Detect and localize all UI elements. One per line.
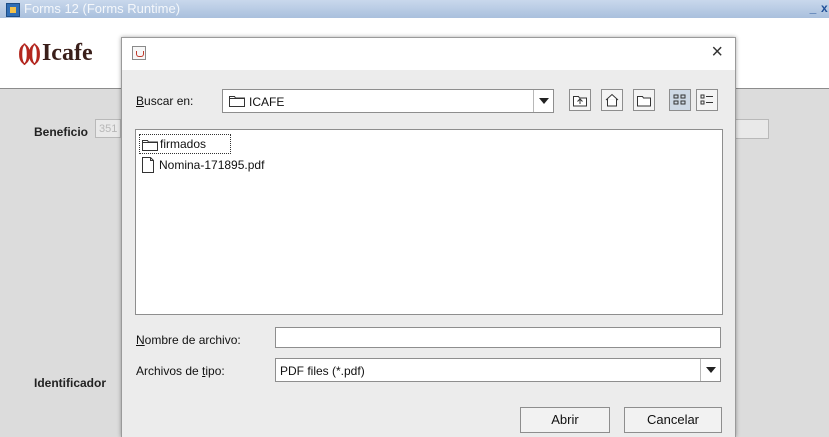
- home-icon: [605, 93, 619, 107]
- window-close-button[interactable]: x: [821, 2, 829, 14]
- new-folder-button[interactable]: [633, 89, 655, 111]
- beneficio-label: Beneficio: [34, 125, 89, 139]
- file-type-label: Archivos de tipo:: [136, 364, 225, 378]
- file-type-combobox[interactable]: PDF files (*.pdf): [275, 358, 721, 382]
- logo-text: Icafe: [41, 40, 93, 66]
- open-button[interactable]: Abrir: [520, 407, 610, 433]
- identificador-label: Identificador: [34, 376, 107, 390]
- look-in-value: ICAFE: [249, 95, 285, 109]
- folder-icon: [229, 95, 245, 110]
- chevron-down-icon[interactable]: [533, 90, 553, 112]
- forms-app-icon: [6, 3, 20, 17]
- minimize-button[interactable]: _: [807, 2, 819, 14]
- logo-mark: ()(): [18, 40, 41, 66]
- file-name: Nomina-171895.pdf: [159, 158, 265, 172]
- list-item-nomina-pdf[interactable]: Nomina-171895.pdf: [139, 156, 339, 174]
- window-title: Forms 12 (Forms Runtime): [24, 1, 181, 16]
- home-button[interactable]: [601, 89, 623, 111]
- list-view-button[interactable]: [669, 89, 691, 111]
- file-name-label: Nombre de archivo:: [136, 333, 241, 347]
- folder-icon: [142, 138, 158, 156]
- cancel-button[interactable]: Cancelar: [624, 407, 722, 433]
- java-cup-icon: [132, 46, 146, 60]
- file-type-value: PDF files (*.pdf): [280, 364, 365, 378]
- details-view-icon: [700, 94, 713, 105]
- file-chooser-dialog: × Buscar en: ICAFE firmados Nomina-17189…: [121, 37, 736, 437]
- up-folder-button[interactable]: [569, 89, 591, 111]
- document-icon: [141, 157, 155, 178]
- file-name-input[interactable]: [275, 327, 721, 348]
- details-view-button[interactable]: [696, 89, 718, 111]
- list-view-icon: [673, 94, 686, 105]
- look-in-label: Buscar en:: [136, 94, 194, 108]
- file-name: firmados: [160, 137, 207, 151]
- file-list[interactable]: firmados Nomina-171895.pdf: [135, 129, 723, 315]
- beneficio-field[interactable]: 351: [95, 119, 121, 138]
- new-folder-icon: [637, 96, 651, 107]
- look-in-combobox[interactable]: ICAFE: [222, 89, 554, 113]
- dialog-close-button[interactable]: ×: [711, 42, 723, 62]
- chevron-down-icon[interactable]: [700, 359, 720, 381]
- up-folder-icon: [573, 96, 587, 107]
- beneficio-description-field[interactable]: [733, 119, 769, 139]
- icafe-logo: ()() Icafe: [18, 40, 93, 67]
- dialog-titlebar[interactable]: ×: [122, 38, 735, 70]
- window-titlebar[interactable]: Forms 12 (Forms Runtime) _ x: [0, 0, 829, 18]
- list-item-firmados[interactable]: firmados: [139, 134, 231, 154]
